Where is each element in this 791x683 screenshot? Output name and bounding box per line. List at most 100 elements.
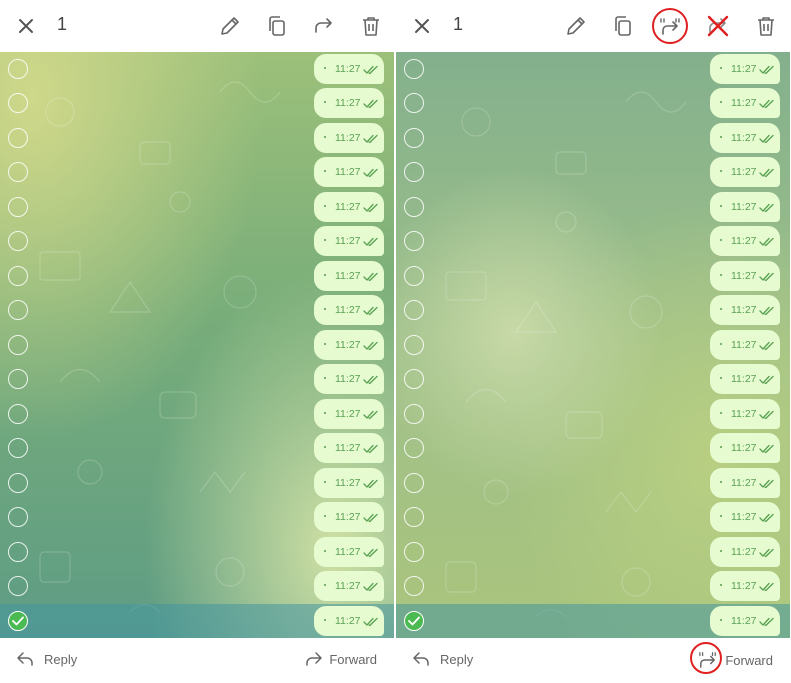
forward-arrow-icon[interactable] <box>312 14 336 38</box>
message-row[interactable]: 11:27 <box>0 431 394 465</box>
select-circle-icon[interactable] <box>8 59 28 79</box>
message-row[interactable]: 11:27 <box>0 328 394 362</box>
message-row[interactable]: 11:27 <box>0 155 394 189</box>
close-icon[interactable] <box>15 15 37 37</box>
select-circle-icon[interactable] <box>8 196 28 217</box>
crossed-forward-icon[interactable] <box>706 14 730 38</box>
message-bubble[interactable]: 11:27 <box>710 88 780 119</box>
message-row[interactable]: 11:27 <box>396 259 790 293</box>
message-row[interactable]: 11:27 <box>0 466 394 500</box>
message-row[interactable]: 11:27 <box>396 293 790 327</box>
message-bubble[interactable]: 11:27 <box>314 605 384 636</box>
select-circle-icon[interactable] <box>8 403 28 424</box>
select-circle-icon[interactable] <box>404 265 424 286</box>
message-row[interactable]: 11:27 <box>0 224 394 258</box>
message-row[interactable]: 11:27 <box>396 328 790 362</box>
message-bubble[interactable]: 11:27 <box>710 571 780 602</box>
message-bubble[interactable]: 11:27 <box>710 226 780 257</box>
select-circle-icon[interactable] <box>404 334 424 355</box>
select-circle-icon[interactable] <box>8 541 28 562</box>
select-circle-icon[interactable] <box>8 127 28 148</box>
message-bubble[interactable]: 11:27 <box>314 54 384 84</box>
message-bubble[interactable]: 11:27 <box>710 295 780 326</box>
message-bubble[interactable]: 11:27 <box>314 260 384 291</box>
message-bubble[interactable]: 11:27 <box>710 467 780 498</box>
message-bubble[interactable]: 11:27 <box>314 536 384 567</box>
message-bubble[interactable]: 11:27 <box>710 329 780 360</box>
message-row[interactable]: 11:27 <box>396 535 790 569</box>
pencil-icon[interactable] <box>218 14 242 38</box>
message-row[interactable]: 11:27 <box>396 431 790 465</box>
message-bubble[interactable]: 11:27 <box>314 467 384 498</box>
trash-icon[interactable] <box>754 14 778 38</box>
select-circle-icon[interactable] <box>404 162 424 183</box>
message-bubble[interactable]: 11:27 <box>710 605 780 636</box>
chat-area[interactable]: 11:27 11:27 11:27 11:27 11:27 11:27 11:27 11:27… <box>396 52 790 638</box>
checked-circle-icon[interactable] <box>404 610 424 631</box>
message-row[interactable]: 11:27 <box>396 500 790 534</box>
message-bubble[interactable]: 11:27 <box>314 398 384 429</box>
message-bubble[interactable]: 11:27 <box>314 571 384 602</box>
forward-button[interactable]: Forward <box>305 651 377 667</box>
message-row[interactable]: 11:27 <box>396 569 790 603</box>
message-bubble[interactable]: 11:27 <box>314 122 384 153</box>
forward-button[interactable]: Forward <box>697 651 773 669</box>
message-row[interactable]: 11:27 <box>396 603 790 638</box>
select-circle-icon[interactable] <box>404 300 424 321</box>
select-circle-icon[interactable] <box>404 231 424 252</box>
select-circle-icon[interactable] <box>8 300 28 321</box>
message-row[interactable]: 11:27 <box>0 259 394 293</box>
message-bubble[interactable]: 11:27 <box>710 122 780 153</box>
quote-forward-icon[interactable] <box>658 14 682 38</box>
select-circle-icon[interactable] <box>404 369 424 390</box>
checked-circle-icon[interactable] <box>8 610 28 631</box>
select-circle-icon[interactable] <box>8 93 28 114</box>
select-circle-icon[interactable] <box>8 472 28 493</box>
message-row[interactable]: 11:27 <box>0 293 394 327</box>
message-bubble[interactable]: 11:27 <box>710 364 780 395</box>
reply-button[interactable]: Reply <box>412 651 473 667</box>
message-bubble[interactable]: 11:27 <box>710 536 780 567</box>
select-circle-icon[interactable] <box>8 265 28 286</box>
message-row[interactable]: 11:27 <box>0 190 394 224</box>
select-circle-icon[interactable] <box>8 162 28 183</box>
message-bubble[interactable]: 11:27 <box>710 191 780 222</box>
message-bubble[interactable]: 11:27 <box>710 157 780 188</box>
select-circle-icon[interactable] <box>8 576 28 597</box>
message-row[interactable]: 11:27 <box>0 569 394 603</box>
message-row[interactable]: 11:27 <box>0 500 394 534</box>
message-row[interactable]: 11:27 <box>396 362 790 396</box>
message-row[interactable]: 11:27 <box>396 121 790 155</box>
select-circle-icon[interactable] <box>8 438 28 459</box>
select-circle-icon[interactable] <box>8 369 28 390</box>
select-circle-icon[interactable] <box>404 472 424 493</box>
message-bubble[interactable]: 11:27 <box>314 226 384 257</box>
select-circle-icon[interactable] <box>8 231 28 252</box>
message-bubble[interactable]: 11:27 <box>710 502 780 533</box>
select-circle-icon[interactable] <box>404 403 424 424</box>
chat-area[interactable]: 11:27 11:27 11:27 11:27 11:27 11:27 11:27 11:27… <box>0 52 394 638</box>
message-bubble[interactable]: 11:27 <box>710 54 780 84</box>
message-bubble[interactable]: 11:27 <box>314 157 384 188</box>
copy-icon[interactable] <box>611 14 635 38</box>
message-row[interactable]: 11:27 <box>0 52 394 86</box>
select-circle-icon[interactable] <box>8 334 28 355</box>
select-circle-icon[interactable] <box>404 576 424 597</box>
pencil-icon[interactable] <box>564 14 588 38</box>
message-bubble[interactable]: 11:27 <box>314 88 384 119</box>
message-bubble[interactable]: 11:27 <box>314 295 384 326</box>
message-row[interactable]: 11:27 <box>0 86 394 120</box>
select-circle-icon[interactable] <box>404 59 424 79</box>
message-row[interactable]: 11:27 <box>396 224 790 258</box>
select-circle-icon[interactable] <box>404 196 424 217</box>
message-row[interactable]: 11:27 <box>396 466 790 500</box>
select-circle-icon[interactable] <box>404 507 424 528</box>
message-bubble[interactable]: 11:27 <box>710 433 780 464</box>
message-row[interactable]: 11:27 <box>0 362 394 396</box>
message-bubble[interactable]: 11:27 <box>710 398 780 429</box>
message-bubble[interactable]: 11:27 <box>710 260 780 291</box>
message-row[interactable]: 11:27 <box>396 52 790 86</box>
message-row[interactable]: 11:27 <box>396 397 790 431</box>
select-circle-icon[interactable] <box>404 93 424 114</box>
close-icon[interactable] <box>411 15 433 37</box>
